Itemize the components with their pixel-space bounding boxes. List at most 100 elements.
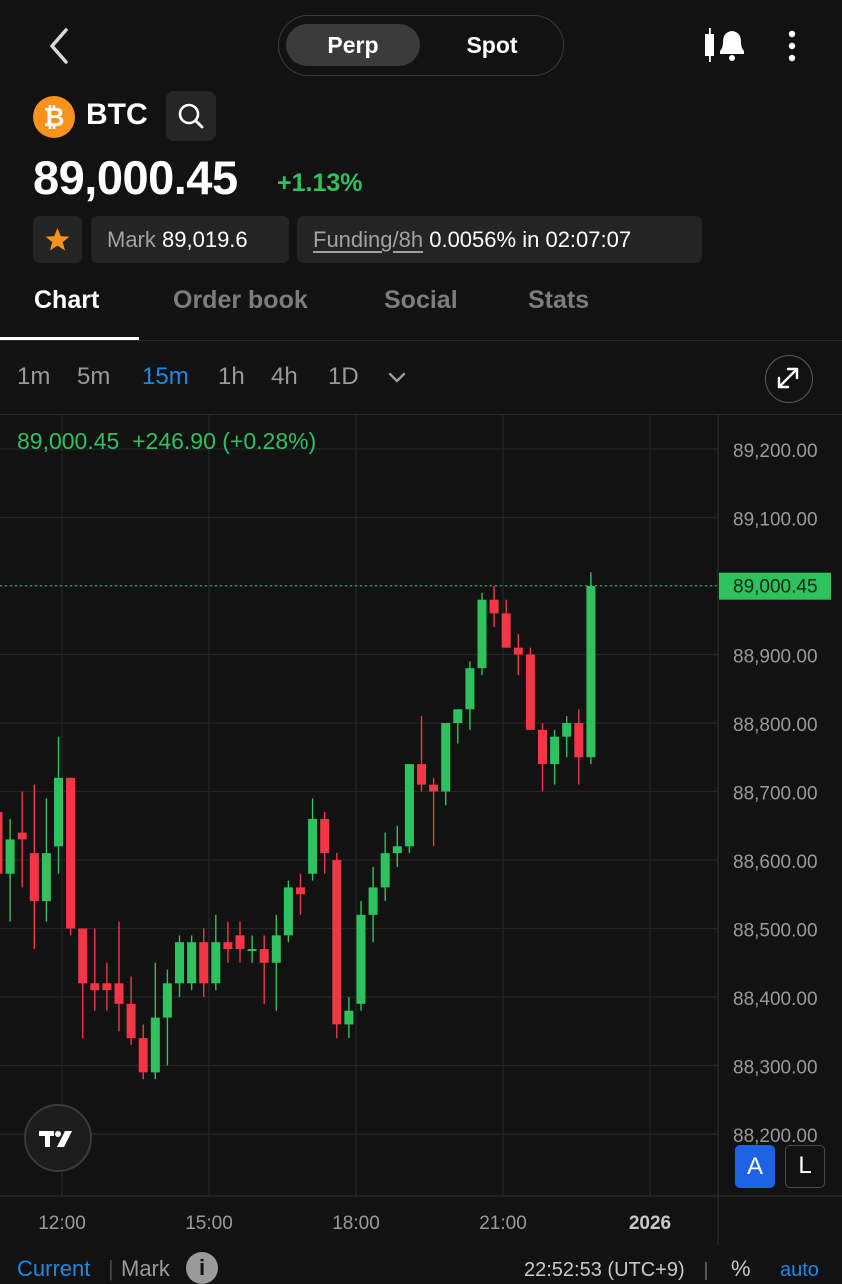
price-axis: 89,200.0089,100.0089,000.0088,900.0088,8… [38, 441, 831, 1234]
price-tick-label: 88,600.00 [733, 852, 818, 873]
candle-body [308, 818, 318, 874]
auto-scale-button[interactable]: A [735, 1145, 775, 1188]
perp-tab[interactable]: Perp [286, 24, 420, 66]
candle-body [90, 983, 100, 991]
candle-body [0, 812, 3, 874]
timeframe-15m[interactable]: 15m [142, 363, 189, 391]
mark-price-toggle[interactable]: Mark [121, 1256, 170, 1282]
fullscreen-button[interactable] [765, 355, 813, 403]
candle-body [501, 613, 511, 648]
candle-body [283, 887, 293, 936]
candle-body [102, 983, 112, 991]
favorite-button[interactable] [33, 216, 82, 263]
footer-separator: | [108, 1256, 114, 1281]
candle-body [525, 654, 535, 730]
candle-body [332, 860, 342, 1025]
log-scale-button[interactable]: L [785, 1145, 825, 1188]
price-chart[interactable]: 89,200.0089,100.0089,000.0088,900.0088,8… [0, 415, 842, 1245]
candle-body [296, 887, 305, 895]
candle-body [29, 853, 39, 902]
time-tick-label: 21:00 [479, 1213, 527, 1234]
star-icon [45, 228, 70, 251]
funding-chip: Funding/8h 0.0056% in 02:07:07 [297, 216, 702, 263]
candle-body [538, 729, 547, 765]
timeframe-1m[interactable]: 1m [17, 363, 50, 391]
mark-value: 89,019.6 [162, 227, 248, 252]
candle-body [562, 723, 572, 737]
footer-divider [705, 1262, 707, 1280]
candle-body [211, 942, 221, 984]
timeframe-1h[interactable]: 1h [218, 363, 245, 391]
tab-social[interactable]: Social [384, 286, 458, 315]
candle-body [162, 983, 172, 1018]
search-icon [178, 103, 204, 129]
candle-body [574, 723, 584, 758]
legend-change: +246.90 (+0.28%) [132, 428, 317, 454]
last-price: 89,000.45 [33, 151, 238, 204]
time-tick-label: 2026 [629, 1213, 671, 1234]
info-icon[interactable]: i [186, 1252, 218, 1284]
chart-timezone-clock[interactable]: 22:52:53 (UTC+9) [524, 1259, 685, 1282]
chevron-down-icon [388, 372, 406, 383]
candle-body [477, 599, 487, 669]
candle-body [392, 846, 402, 854]
back-button[interactable] [40, 26, 80, 66]
candle-body [126, 1003, 136, 1039]
time-tick-label: 18:00 [332, 1213, 380, 1234]
price-tick-label: 89,100.00 [733, 510, 818, 531]
funding-in-label: in [522, 227, 540, 252]
price-alert-button[interactable] [700, 24, 752, 66]
spot-tab[interactable]: Spot [425, 24, 559, 66]
funding-countdown: 02:07:07 [545, 227, 632, 252]
symbol-name[interactable]: BTC [86, 98, 148, 132]
candle-body [175, 942, 184, 984]
price-tick-label: 88,900.00 [733, 647, 818, 668]
timeframe-5m[interactable]: 5m [77, 363, 110, 391]
more-vertical-icon [788, 30, 796, 62]
more-options-button[interactable] [776, 26, 808, 66]
candle-body [429, 784, 439, 792]
candle-body [223, 942, 233, 950]
chart-legend: 89,000.45 +246.90 (+0.28%) [17, 428, 316, 455]
mark-price-chip: Mark 89,019.6 [91, 216, 289, 263]
timeframe-dropdown-button[interactable] [385, 367, 409, 387]
candle-body [78, 928, 88, 984]
price-change-percent: +1.13% [277, 169, 363, 197]
current-price-toggle[interactable]: Current [17, 1256, 90, 1282]
tab-chart[interactable]: Chart [34, 286, 99, 315]
tradingview-logo-button[interactable] [24, 1104, 92, 1172]
candle-body [247, 949, 257, 952]
timeframe-4h[interactable]: 4h [271, 363, 298, 391]
chevron-left-icon [50, 28, 68, 64]
price-tick-label: 89,200.00 [733, 441, 818, 462]
price-tick-label: 88,400.00 [733, 989, 818, 1010]
candle-body [187, 942, 197, 984]
candle-body [138, 1038, 148, 1073]
candle-body [271, 935, 281, 963]
tab-order-book[interactable]: Order book [173, 286, 308, 315]
time-tick-label: 15:00 [185, 1213, 233, 1234]
price-tick-label: 88,300.00 [733, 1058, 818, 1079]
candle-body [368, 887, 378, 915]
funding-label-link[interactable]: Funding/8h [313, 227, 423, 252]
candle-body [586, 586, 596, 758]
search-button[interactable] [166, 91, 216, 141]
price-tick-label: 88,500.00 [733, 921, 818, 942]
price-tick-label: 88,700.00 [733, 784, 818, 805]
tab-divider [0, 340, 842, 341]
tab-stats[interactable]: Stats [528, 286, 589, 315]
candle-body [320, 818, 330, 854]
candle-body [41, 853, 51, 902]
candle-body [404, 764, 414, 847]
candle-body [5, 839, 15, 874]
auto-scale-toggle[interactable]: auto [780, 1259, 819, 1282]
price-tick-label: 88,200.00 [733, 1126, 818, 1147]
candle-body [66, 777, 76, 929]
percent-scale-toggle[interactable]: % [731, 1256, 751, 1282]
timeframe-1d[interactable]: 1D [328, 363, 359, 391]
candle-body [17, 832, 27, 840]
chart-grid [0, 415, 842, 1245]
market-type-toggle: Perp Spot [278, 15, 564, 76]
candle-body [235, 935, 245, 950]
expand-icon [777, 367, 799, 389]
